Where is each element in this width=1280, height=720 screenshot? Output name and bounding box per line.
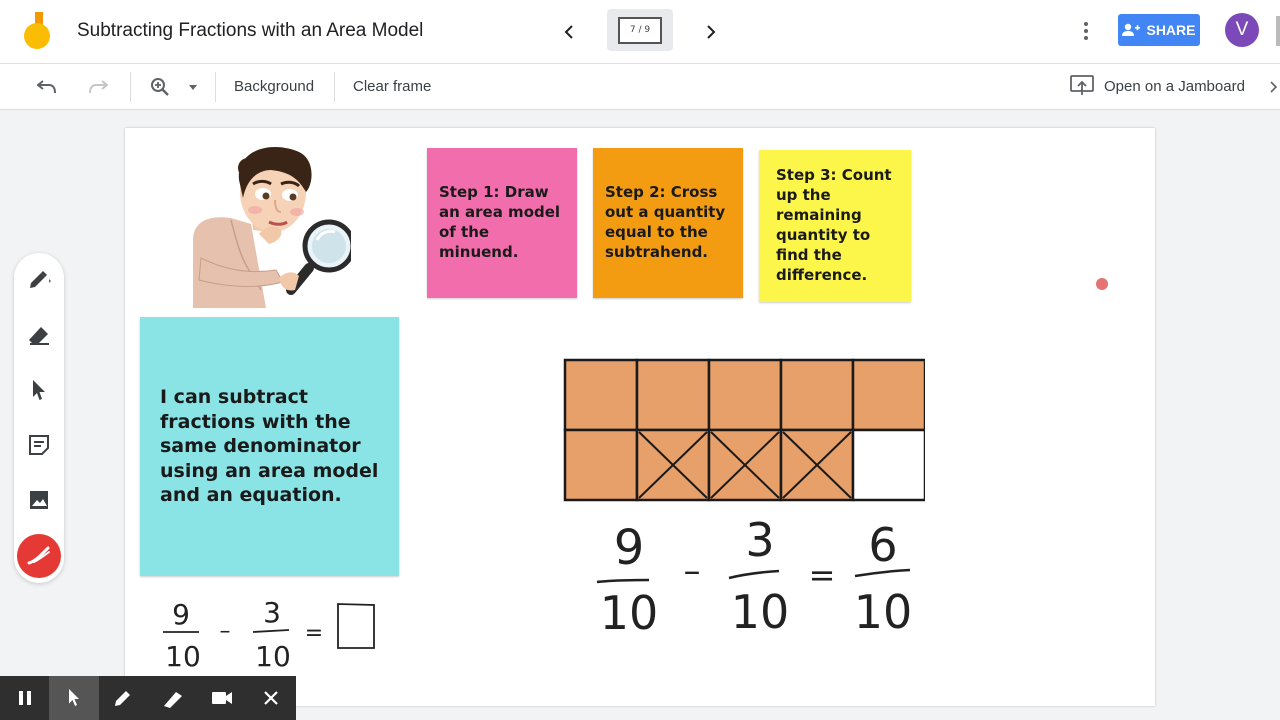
fraction-a-denominator: 10 [600,586,659,636]
redo-button[interactable] [85,74,111,100]
highlighter-button[interactable] [148,676,197,720]
area-model[interactable] [563,358,925,502]
scrollbar[interactable] [1276,16,1280,46]
clear-frame-button[interactable]: Clear frame [353,78,431,95]
fraction-a-denominator: 10 [165,640,201,673]
toolbar-divider [215,72,216,102]
image-icon [30,491,48,509]
fraction-result-denominator: 10 [854,585,913,636]
sticky-note-tool-button[interactable] [26,432,52,458]
collapse-toolbar-icon[interactable] [1270,81,1280,93]
person-add-icon [1122,23,1141,36]
sticky-note-step-1[interactable]: Step 1: Draw an area model of the minuen… [427,148,577,298]
sticky-note-learning-objective[interactable]: I can subtract fractions with the same d… [140,317,399,576]
cursor-icon [68,689,79,706]
pause-recording-button[interactable] [0,676,49,720]
account-avatar[interactable]: V [1225,13,1259,47]
eraser-tool-button[interactable] [26,322,52,348]
zoom-dropdown[interactable] [182,74,204,100]
pen-tool-button[interactable] [26,267,52,293]
handwritten-equation-small[interactable]: 9 10 – 3 10 = [155,594,385,674]
answer-box [337,603,375,649]
present-to-device-icon [1070,75,1094,95]
shaded-cell [563,358,639,432]
draw-mode-button[interactable] [99,676,148,720]
chevron-left-icon [564,25,573,39]
undo-button[interactable] [34,74,60,100]
fraction-bar [596,578,650,584]
unshaded-cell [851,428,925,502]
bitmoji-magnifying-glass-illustration[interactable] [191,140,351,310]
sticky-note-icon [29,435,49,455]
equals-sign: = [305,621,323,646]
eraser-icon [29,327,49,345]
sticky-note-step-3[interactable]: Step 3: Count up the remaining quantity … [759,150,911,302]
shaded-cell [635,358,711,432]
zoom-in-icon [151,78,169,96]
minus-sign: – [684,551,701,591]
recording-toolbar [0,676,296,720]
fraction-a-numerator: 9 [172,598,190,631]
image-tool-button[interactable] [26,487,52,513]
editing-toolbar: Background Clear frame Open on a Jamboar… [0,64,1280,110]
app-header: Subtracting Fractions with an Area Model… [0,0,1280,64]
pen-icon [30,271,51,288]
laser-pointer-dot [1096,278,1108,290]
fraction-result-numerator: 6 [868,518,897,572]
close-icon [264,691,279,705]
pause-icon [18,691,31,705]
fraction-b-numerator: 3 [263,596,281,629]
more-options-button[interactable] [1074,16,1098,46]
share-label: SHARE [1146,22,1196,38]
dropdown-arrow-icon [189,84,197,90]
undo-icon [37,80,56,94]
close-recording-button[interactable] [247,676,296,720]
toolbar-divider [334,72,335,102]
frame-bar-toggle[interactable]: 7 / 9 [607,9,673,51]
shaded-cell [779,358,855,432]
video-camera-icon [211,692,232,704]
camera-toggle-button[interactable] [197,676,246,720]
redo-icon [89,80,108,94]
shaded-cell [563,428,639,502]
highlighter-icon [163,692,182,708]
minus-sign: – [220,619,231,644]
fraction-bar [728,569,780,580]
sticky-note-step-2[interactable]: Step 2: Cross out a quantity equal to th… [593,148,743,298]
cursor-mode-button[interactable] [49,676,99,720]
handwritten-equation-main[interactable]: 9 10 – 3 10 = 6 10 [585,516,925,636]
shaded-cell [851,358,925,432]
open-on-jamboard-label: Open on a Jamboard [1104,77,1245,95]
chevron-right-icon [707,25,716,39]
select-tool-button[interactable] [26,377,52,403]
background-button[interactable]: Background [234,78,314,95]
shaded-cell [707,358,783,432]
jam-frame-canvas[interactable]: Step 1: Draw an area model of the minuen… [125,128,1155,706]
next-frame-button[interactable] [695,16,727,48]
cursor-arrow-icon [33,380,45,400]
zoom-button[interactable] [147,74,173,100]
document-title[interactable]: Subtracting Fractions with an Area Model [77,20,423,42]
toolbar-divider [130,72,131,102]
more-vert-icon [1084,22,1088,40]
share-button[interactable]: SHARE [1118,14,1200,46]
fraction-a-numerator: 9 [614,520,645,576]
tool-palette [14,253,64,583]
laser-tool-button[interactable] [17,534,61,578]
jamboard-logo-icon[interactable] [22,12,56,50]
fraction-bar [252,629,290,633]
previous-frame-button[interactable] [553,16,585,48]
pen-icon [115,691,131,706]
fraction-b-denominator: 10 [255,640,291,673]
equals-sign: = [809,556,836,594]
laser-icon [27,546,50,565]
open-on-jamboard-button[interactable]: Open on a Jamboard [1070,75,1245,97]
fraction-b-denominator: 10 [731,585,790,636]
fraction-b-numerator: 3 [745,516,774,567]
right-edge-scroll-area [1275,110,1280,570]
frame-indicator: 7 / 9 [618,16,662,44]
